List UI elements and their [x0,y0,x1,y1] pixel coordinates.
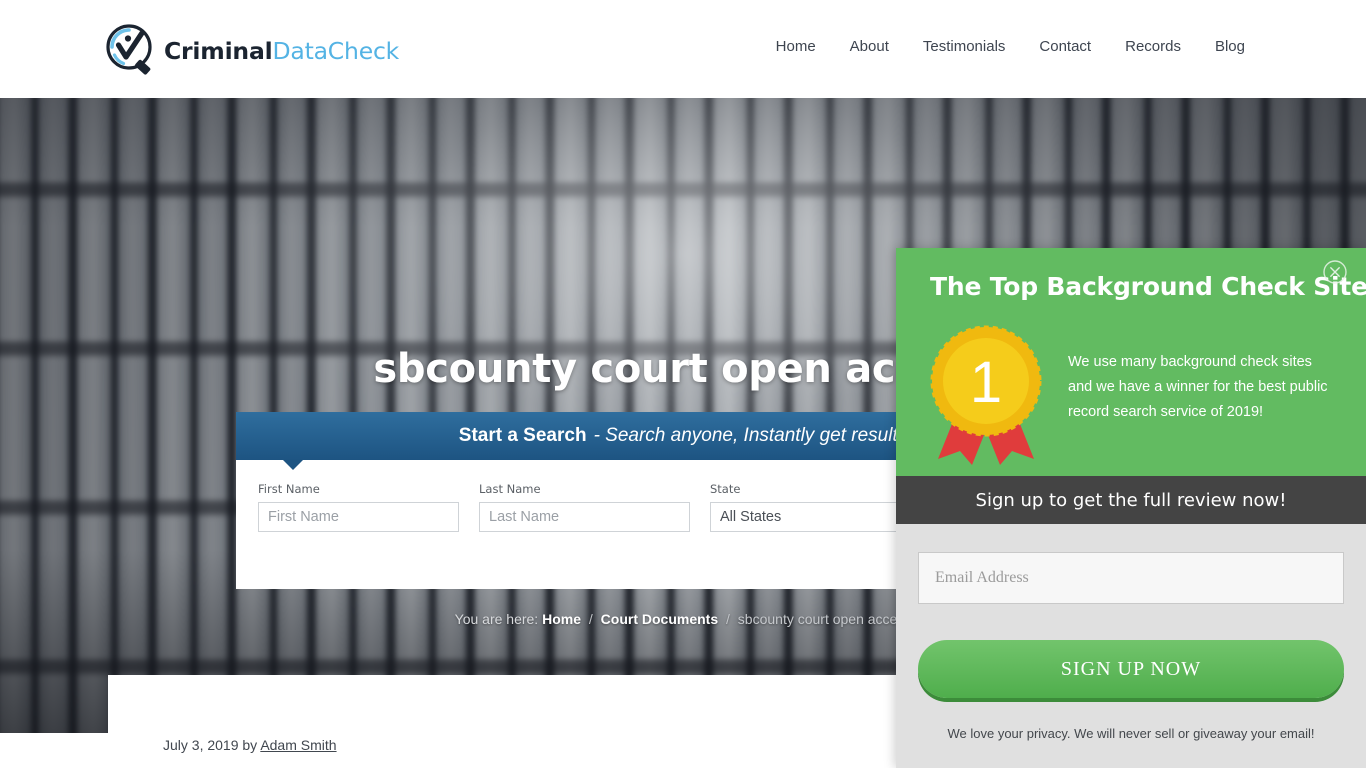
nav-item-home[interactable]: Home [759,38,833,55]
popup-signup-form: SIGN UP NOW We love your privacy. We wil… [896,524,1366,768]
logo-text-secondary: DataCheck [272,36,400,65]
last-name-input[interactable] [479,502,690,532]
email-input[interactable] [918,552,1344,604]
popup-subbar: Sign up to get the full review now! [896,476,1366,524]
breadcrumb-separator-2: / [726,611,730,627]
popup-title: The Top Background Check Sites [930,272,1366,301]
last-name-field-group: Last Name [479,482,690,532]
site-header: CriminalDataCheck Home About Testimonial… [0,0,1366,98]
post-author-link[interactable]: Adam Smith [260,737,336,753]
search-widget-subtitle: - Search anyone, Instantly get results [593,425,908,446]
badge-number: 1 [970,350,1002,415]
nav-item-contact[interactable]: Contact [1022,38,1108,55]
nav-item-about[interactable]: About [833,38,906,55]
post-meta: July 3, 2019 by Adam Smith [163,737,337,753]
nav-item-records[interactable]: Records [1108,38,1198,55]
logo-text-primary: Criminal [164,36,273,65]
nav-item-testimonials[interactable]: Testimonials [906,38,1023,55]
site-logo[interactable]: CriminalDataCheck [104,23,399,78]
main-navigation: Home About Testimonials Contact Records … [759,38,1262,55]
breadcrumb-link-category[interactable]: Court Documents [601,611,718,627]
first-name-field-group: First Name [258,482,459,532]
privacy-note: We love your privacy. We will never sell… [947,726,1315,741]
search-widget-title: Start a Search [458,425,587,446]
first-name-label: First Name [258,482,320,496]
last-name-label: Last Name [479,482,541,496]
signup-button[interactable]: SIGN UP NOW [918,640,1344,698]
post-date: July 3, 2019 [163,737,239,753]
popup-header: The Top Background Check Sites 1 We use … [896,248,1366,476]
breadcrumb-prefix: You are here: [454,611,539,627]
popup-copy: We use many background check sites and w… [1068,354,1328,420]
post-by-text: by [242,737,258,753]
signup-popup: The Top Background Check Sites 1 We use … [896,248,1366,768]
first-name-input[interactable] [258,502,459,532]
close-circle-icon[interactable] [1322,259,1348,285]
first-place-ribbon-icon: 1 [930,325,1042,470]
breadcrumb-link-home[interactable]: Home [542,611,581,627]
logo-wordmark: CriminalDataCheck [164,37,399,65]
magnifier-check-icon [104,23,160,78]
breadcrumb-separator-1: / [588,611,593,627]
breadcrumb-current: sbcounty court open access [737,611,912,627]
nav-item-blog[interactable]: Blog [1198,38,1262,55]
